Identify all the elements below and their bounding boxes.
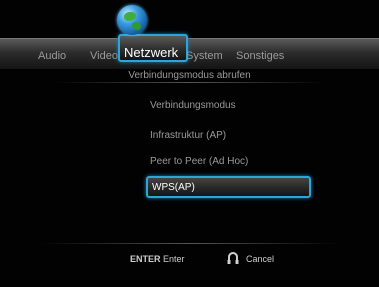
- tab-netzwerk-label: Netzwerk: [124, 45, 179, 60]
- option-infrastruktur[interactable]: Infrastruktur (AP): [150, 130, 226, 141]
- tab-system[interactable]: System: [186, 50, 223, 62]
- tab-netzwerk[interactable]: Netzwerk: [118, 34, 188, 62]
- cancel-button[interactable]: Cancel: [246, 254, 274, 264]
- globe-icon: [117, 5, 147, 35]
- tab-video[interactable]: Video: [90, 50, 118, 62]
- enter-key-icon: ENTER: [130, 254, 161, 264]
- option-wps-label: WPS(AP): [152, 182, 195, 193]
- divider: [40, 243, 340, 244]
- settings-screen: Audio Video Netzwerk System Sonstiges Ve…: [0, 0, 379, 287]
- tab-sonstiges[interactable]: Sonstiges: [236, 50, 284, 62]
- page-subtitle: Verbindungsmodus abrufen: [128, 70, 251, 81]
- tab-audio[interactable]: Audio: [38, 50, 66, 62]
- menu-heading: Verbindungsmodus: [150, 100, 236, 111]
- return-icon: [227, 252, 239, 264]
- option-peer-to-peer[interactable]: Peer to Peer (Ad Hoc): [150, 156, 248, 167]
- enter-button[interactable]: Enter: [163, 254, 185, 264]
- divider: [55, 82, 325, 83]
- option-wps-selected[interactable]: WPS(AP): [146, 176, 311, 198]
